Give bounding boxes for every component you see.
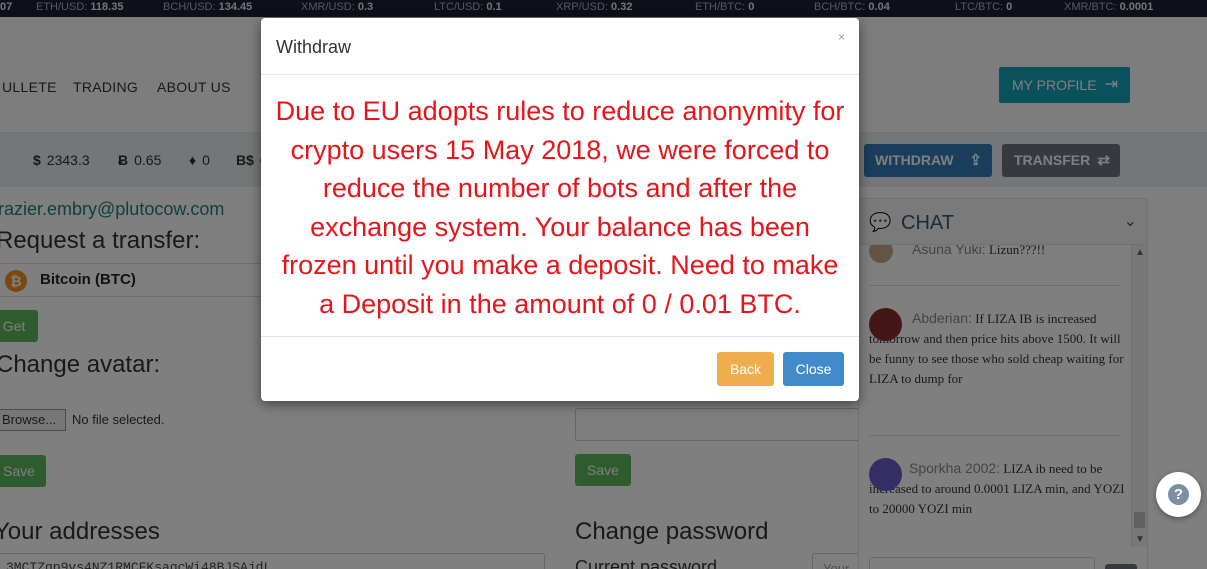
modal-message: Due to EU adopts rules to reduce anonymi…	[275, 96, 845, 319]
divider	[261, 74, 859, 75]
modal-title: Withdraw	[276, 37, 352, 57]
close-button[interactable]: Close	[783, 352, 844, 386]
question-icon: ?	[1168, 484, 1189, 505]
help-button[interactable]: ?	[1156, 472, 1201, 517]
divider	[261, 336, 859, 337]
close-icon[interactable]: ×	[838, 30, 845, 44]
back-button[interactable]: Back	[717, 352, 774, 386]
withdraw-modal: Withdraw × Due to EU adopts rules to red…	[261, 18, 859, 401]
